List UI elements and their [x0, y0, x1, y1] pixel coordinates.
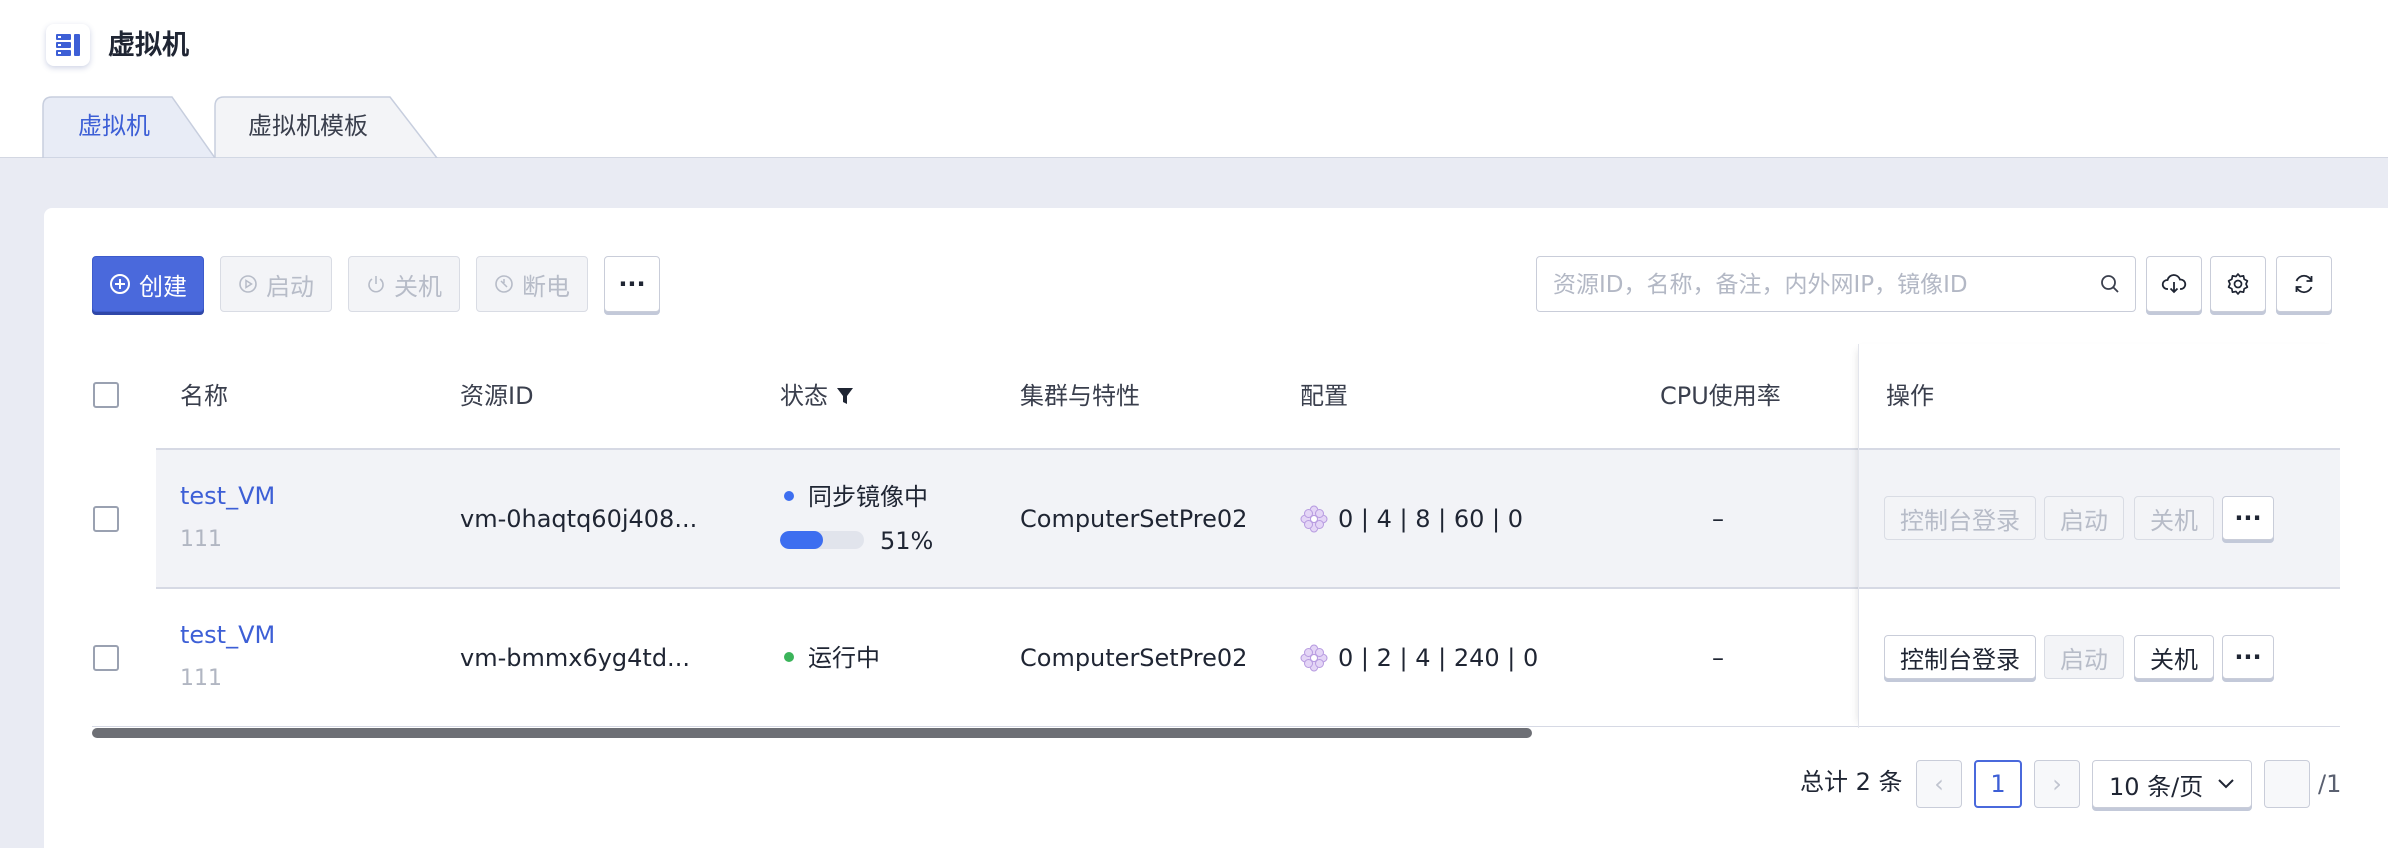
create-label: 创建 [139, 272, 187, 301]
start-label: 启动 [266, 272, 314, 301]
search-input[interactable] [1551, 257, 2095, 313]
gear-icon [2227, 273, 2249, 295]
row-shutdown-button[interactable]: 关机 [2134, 635, 2214, 679]
search-icon[interactable] [2099, 273, 2121, 295]
page-title: 虚拟机 [108, 30, 189, 61]
power-icon [368, 276, 384, 293]
create-button[interactable]: 创建 [92, 256, 204, 312]
page-size-select[interactable]: 10 条/页 [2092, 760, 2252, 808]
column-header-name: 名称 [180, 382, 228, 410]
next-page-button[interactable]: › [2034, 760, 2080, 808]
prev-page-button[interactable]: ‹ [1916, 760, 1962, 808]
total-pages: /1 [2318, 770, 2342, 798]
row-start-button[interactable]: 启动 [2044, 635, 2124, 679]
shutdown-label: 关机 [394, 272, 442, 301]
more-label: ··· [618, 270, 646, 298]
search-box[interactable] [1536, 256, 2136, 313]
power-off-icon [495, 275, 513, 293]
column-header-cpu-usage: CPU使用率 [1660, 382, 1781, 410]
horizontal-scrollbar[interactable] [92, 728, 1532, 738]
resource-id[interactable]: vm-0haqtq60j408... [460, 503, 697, 535]
page-size-value: 10 条/页 [2109, 772, 2204, 801]
row-start-button[interactable]: 启动 [2044, 496, 2124, 540]
status-text: 同步镜像中 [808, 483, 928, 511]
flower-icon [1300, 505, 1328, 533]
download-button[interactable] [2146, 256, 2202, 312]
row-checkbox[interactable] [93, 645, 119, 671]
cluster-name: ComputerSetPre02 [1020, 644, 1248, 672]
progress-bar [780, 531, 864, 549]
row-more-button[interactable]: ··· [2222, 635, 2274, 679]
row-checkbox[interactable] [93, 506, 119, 532]
cluster-name: ComputerSetPre02 [1020, 505, 1248, 533]
status-header-label: 状态 [780, 382, 828, 410]
row-shutdown-button[interactable]: 关机 [2134, 496, 2214, 540]
vm-name-link[interactable]: test_VM [180, 619, 275, 651]
start-button[interactable]: 启动 [220, 256, 332, 312]
total-count: 总计 2 条 [1800, 768, 1903, 796]
refresh-icon [2295, 274, 2313, 294]
progress-percent: 51% [880, 527, 934, 555]
status-text: 运行中 [808, 644, 880, 672]
poweroff-label: 断电 [522, 272, 570, 301]
status-badge: 同步镜像中 [784, 481, 928, 513]
play-circle-icon [239, 275, 257, 293]
plus-circle-icon [110, 274, 130, 294]
status-badge: 运行中 [784, 642, 880, 674]
config-spec: 0 | 2 | 4 | 240 | 0 [1300, 642, 1538, 674]
settings-button[interactable] [2210, 256, 2266, 312]
page-1-button[interactable]: 1 [1974, 760, 2022, 808]
refresh-button[interactable] [2276, 256, 2332, 312]
row-more-button[interactable]: ··· [2222, 496, 2274, 540]
config-text: 0 | 2 | 4 | 240 | 0 [1338, 644, 1539, 672]
select-all-checkbox[interactable] [93, 382, 119, 408]
vm-remark: 111 [180, 666, 222, 691]
chevron-down-icon [2218, 779, 2234, 789]
column-header-config: 配置 [1300, 382, 1348, 410]
tab-label: 虚拟机模板 [248, 112, 368, 140]
column-header-status[interactable]: 状态 [780, 380, 854, 412]
chevron-left-icon: ‹ [1934, 770, 1944, 798]
filter-icon[interactable] [836, 386, 854, 406]
console-login-button[interactable]: 控制台登录 [1884, 635, 2036, 679]
progress-fill [780, 531, 823, 549]
page-header: 虚拟机 虚拟机 虚拟机模板 [0, 0, 2388, 158]
column-header-resource-id: 资源ID [460, 382, 534, 410]
chevron-right-icon: › [2052, 770, 2062, 798]
status-dot [784, 652, 794, 662]
config-text: 0 | 4 | 8 | 60 | 0 [1338, 505, 1523, 533]
resource-id[interactable]: vm-bmmx6yg4td... [460, 642, 690, 674]
cpu-usage: – [1712, 644, 1724, 672]
console-login-button[interactable]: 控制台登录 [1884, 496, 2036, 540]
poweroff-button[interactable]: 断电 [476, 256, 588, 312]
tab-label: 虚拟机 [78, 112, 150, 140]
vm-remark: 111 [180, 527, 222, 552]
server-list-icon [46, 24, 90, 66]
column-header-cluster: 集群与特性 [1020, 382, 1140, 410]
status-dot [784, 491, 794, 501]
tab-virtual-machine[interactable]: 虚拟机 [42, 96, 216, 158]
cpu-usage: – [1712, 505, 1724, 533]
flower-icon [1300, 644, 1328, 672]
tab-vm-template[interactable]: 虚拟机模板 [214, 96, 438, 158]
vm-name-link[interactable]: test_VM [180, 480, 275, 512]
shutdown-button[interactable]: 关机 [348, 256, 460, 312]
config-spec: 0 | 4 | 8 | 60 | 0 [1300, 503, 1523, 535]
cloud-download-icon [2161, 274, 2187, 294]
page-jump-input[interactable] [2264, 760, 2310, 808]
more-actions-button[interactable]: ··· [604, 256, 660, 312]
